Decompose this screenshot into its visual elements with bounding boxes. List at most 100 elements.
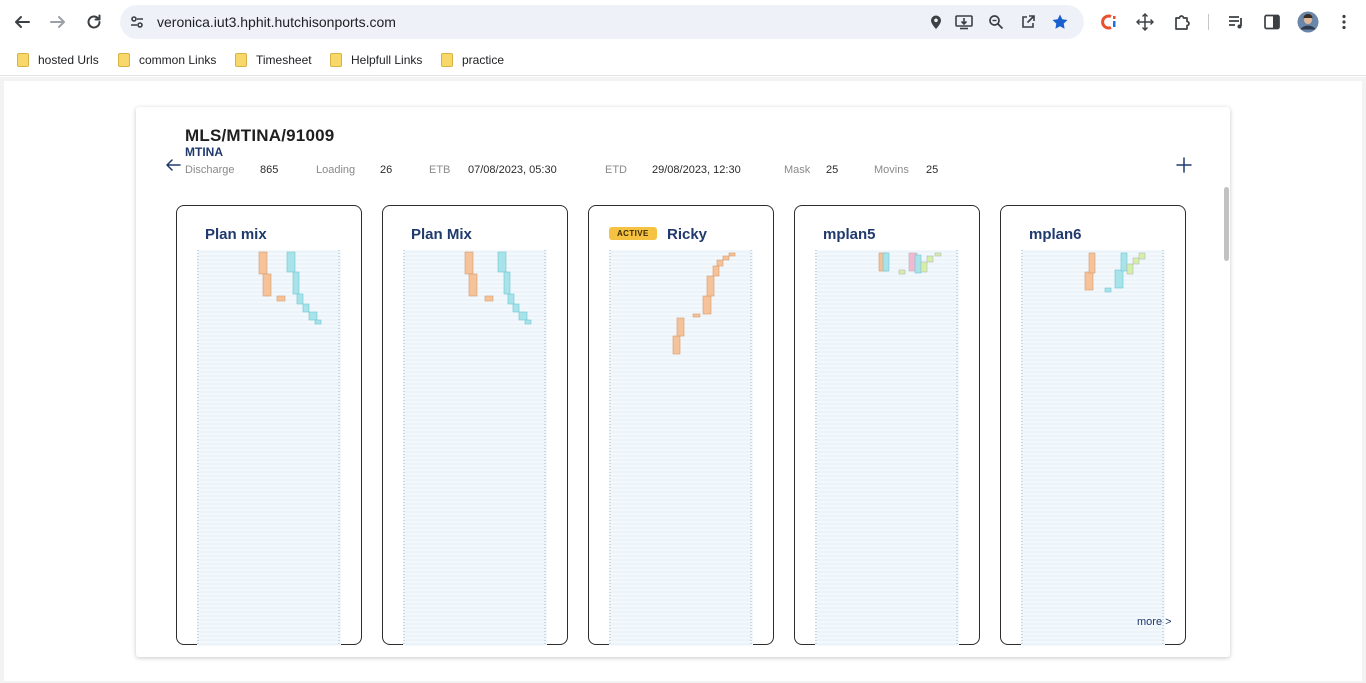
bookmark-label: Helpfull Links <box>351 53 423 67</box>
zoom-icon[interactable] <box>986 12 1006 32</box>
plan-block <box>934 252 942 257</box>
plan-card[interactable]: mplan5 <box>794 205 980 646</box>
plan-block <box>1138 252 1146 260</box>
stat-mask: Mask 25 <box>784 164 838 176</box>
media-control-icon[interactable] <box>1225 11 1247 33</box>
plan-block <box>1084 271 1094 291</box>
avatar[interactable] <box>1297 11 1319 33</box>
folder-icon <box>17 53 29 67</box>
scrollbar-thumb[interactable] <box>1224 187 1229 261</box>
plan-thumbnail <box>403 250 547 646</box>
side-panel-icon[interactable] <box>1261 11 1283 33</box>
bookmark-label: practice <box>462 53 505 67</box>
plan-block <box>1126 263 1134 275</box>
plan-block <box>497 251 507 273</box>
plan-block <box>258 251 268 275</box>
browser-toolbar: veronica.iut3.hphit.hutchisonports.com <box>0 0 1366 44</box>
plan-block <box>1132 257 1140 265</box>
plan-block <box>914 254 922 274</box>
folder-icon <box>441 53 453 67</box>
bookmark-practice[interactable]: practice <box>441 51 504 69</box>
plan-block <box>920 261 928 273</box>
install-app-icon[interactable] <box>954 12 974 32</box>
url-text[interactable]: veronica.iut3.hphit.hutchisonports.com <box>157 14 396 30</box>
plan-block <box>898 269 906 275</box>
plan-block <box>524 319 532 325</box>
bookmark-timesheet[interactable]: Timesheet <box>235 51 312 69</box>
more-link[interactable]: more > <box>1137 616 1172 628</box>
plan-card[interactable]: Plan mix <box>176 205 362 646</box>
stat-value: 26 <box>380 164 393 176</box>
plan-block <box>1088 252 1096 274</box>
plus-icon <box>1176 157 1192 173</box>
bookmarks-bar: hosted Urls common Links Timesheet Helpf… <box>0 44 1366 76</box>
forward-arrow-icon[interactable] <box>46 10 70 34</box>
puzzle-icon[interactable] <box>1171 11 1193 33</box>
bookmark-common-links[interactable]: common Links <box>118 51 216 69</box>
back-arrow-icon[interactable] <box>164 156 182 174</box>
vessel-code: MTINA <box>185 145 223 159</box>
active-badge: ACTIVE <box>609 227 657 240</box>
bookmark-hosted-urls[interactable]: hosted Urls <box>17 51 99 69</box>
plan-block <box>926 255 934 263</box>
kebab-menu-icon[interactable] <box>1333 11 1355 33</box>
vessel-plans-panel: MLS/MTINA/91009 MTINA Discharge 865 Load… <box>136 107 1230 657</box>
folder-icon <box>118 53 130 67</box>
plan-block <box>292 271 300 295</box>
plan-block <box>296 293 304 305</box>
stat-etd: ETD 29/08/2023, 12:30 <box>605 164 741 176</box>
plan-thumbnail <box>197 250 341 646</box>
stat-etb: ETB 07/08/2023, 05:30 <box>429 164 557 176</box>
plan-block <box>706 275 715 297</box>
plan-block <box>464 251 474 275</box>
stat-value: 865 <box>260 164 279 176</box>
stat-discharge: Discharge 865 <box>185 164 278 176</box>
plan-name: mplan5 <box>823 226 876 243</box>
site-info-tune-icon[interactable] <box>127 12 147 32</box>
stat-label: ETD <box>605 164 627 176</box>
plan-block <box>512 303 520 313</box>
stat-label: Discharge <box>185 164 235 176</box>
stat-value: 07/08/2023, 05:30 <box>468 164 557 176</box>
stat-label: Mask <box>784 164 811 176</box>
reload-icon[interactable] <box>82 10 106 34</box>
bookmark-label: Timesheet <box>256 53 312 67</box>
bookmark-label: common Links <box>139 53 217 67</box>
extension-c-icon[interactable] <box>1098 11 1120 33</box>
toolbar-divider <box>1208 14 1209 30</box>
stat-movins: Movins 25 <box>874 164 938 176</box>
folder-icon <box>235 53 247 67</box>
plan-card[interactable]: ACTIVE Ricky <box>588 205 774 646</box>
plan-block <box>314 319 322 325</box>
plan-block <box>692 313 701 318</box>
plan-block <box>286 251 296 273</box>
plan-name: Plan Mix <box>411 226 472 243</box>
add-plan-button[interactable] <box>1174 155 1194 175</box>
plan-block <box>302 303 310 313</box>
plan-block <box>468 273 478 297</box>
plan-block <box>1120 252 1128 272</box>
plan-block <box>722 255 730 261</box>
move-icon[interactable] <box>1134 11 1156 33</box>
stat-value: 25 <box>826 164 839 176</box>
plan-block <box>676 317 685 337</box>
stat-value: 25 <box>926 164 939 176</box>
plan-name: Plan mix <box>205 226 267 243</box>
bookmark-helpfull-links[interactable]: Helpfull Links <box>330 51 422 69</box>
plan-block <box>882 252 890 272</box>
plan-card[interactable]: Plan Mix <box>382 205 568 646</box>
plan-block <box>728 252 736 257</box>
location-pin-icon[interactable] <box>926 12 946 32</box>
plan-block <box>518 311 528 321</box>
address-bar[interactable]: veronica.iut3.hphit.hutchisonports.com <box>120 5 1084 39</box>
plan-block <box>503 271 511 295</box>
star-icon[interactable] <box>1050 12 1070 32</box>
bookmark-label: hosted Urls <box>38 53 99 67</box>
plan-card[interactable]: mplan6 <box>1000 205 1186 646</box>
folder-icon <box>330 53 342 67</box>
share-icon[interactable] <box>1018 12 1038 32</box>
page-title: MLS/MTINA/91009 <box>185 126 335 145</box>
back-arrow-icon[interactable] <box>10 10 34 34</box>
stat-label: ETB <box>429 164 451 176</box>
plan-name: mplan6 <box>1029 226 1082 243</box>
